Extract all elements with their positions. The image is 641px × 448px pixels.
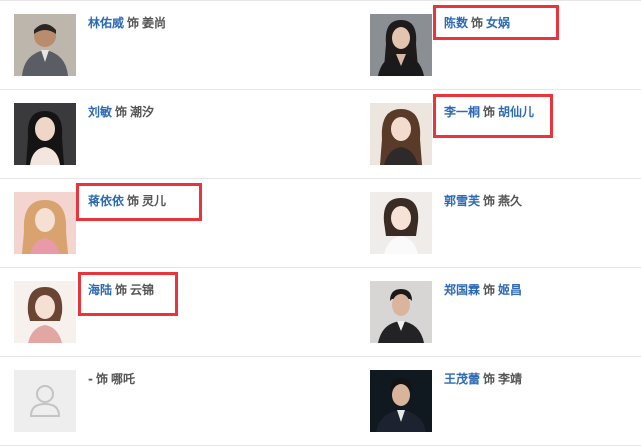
actor-photo[interactable] <box>370 370 432 432</box>
as-label: 饰 <box>483 194 496 208</box>
actor-photo[interactable] <box>14 281 76 343</box>
cast-row: 刘敏饰潮汐 李一桐饰胡仙儿 <box>0 89 641 178</box>
as-label: 饰 <box>127 16 140 30</box>
role-name: 潮汐 <box>130 105 155 119</box>
role-name: 姜尚 <box>142 16 167 30</box>
cast-credit: 海陆饰云锦 <box>88 282 154 298</box>
cast-list: 林佑威饰姜尚 陈数饰女娲 刘敏饰潮汐 李一桐饰胡仙儿 蒋依依 饰 灵儿 郭雪芙 … <box>0 0 641 448</box>
actor-name-link[interactable]: 郑国霖 <box>444 283 480 297</box>
role-name: 灵儿 <box>142 194 167 208</box>
cast-row: 林佑威饰姜尚 陈数饰女娲 <box>0 0 641 89</box>
actor-photo[interactable] <box>370 14 432 76</box>
cast-item: - 饰哪吒 <box>0 357 320 445</box>
as-label: 饰 <box>115 283 128 297</box>
cast-row: - 饰哪吒 王茂蕾饰李靖 <box>0 356 641 446</box>
actor-photo[interactable] <box>370 281 432 343</box>
cast-item: 王茂蕾饰李靖 <box>320 357 640 445</box>
actor-name-link[interactable]: 郭雪芙 <box>444 194 480 208</box>
actor-photo[interactable] <box>14 14 76 76</box>
actor-name-link[interactable]: 海陆 <box>88 283 112 297</box>
cast-credit: - 饰哪吒 <box>88 371 135 387</box>
cast-credit: 王茂蕾饰李靖 <box>444 371 522 387</box>
actor-name-link[interactable]: 蒋依依 <box>88 194 124 208</box>
placeholder-avatar-icon <box>14 370 76 432</box>
actor-name-link[interactable]: 刘敏 <box>88 105 112 119</box>
role-name: 李靖 <box>498 372 523 386</box>
cast-row: 海陆饰云锦 郑国霖饰姬昌 <box>0 267 641 356</box>
role-name: 燕久 <box>498 194 523 208</box>
actor-name-link[interactable]: 李一桐 <box>444 105 480 119</box>
as-label: 饰 <box>115 105 128 119</box>
cast-item: 郭雪芙饰燕久 <box>320 179 640 267</box>
actor-name: - <box>88 372 93 386</box>
cast-credit: 林佑威饰姜尚 <box>88 15 166 31</box>
as-label: 饰 <box>95 372 108 386</box>
role-name-link[interactable]: 姬昌 <box>498 283 522 297</box>
cast-item: 李一桐饰胡仙儿 <box>320 90 640 178</box>
actor-photo[interactable] <box>14 103 76 165</box>
cast-credit: 刘敏饰潮汐 <box>88 104 154 120</box>
as-label: 饰 <box>127 194 140 208</box>
as-label: 饰 <box>483 105 496 119</box>
cast-item: 蒋依依饰灵儿 <box>0 179 320 267</box>
cast-item: 海陆饰云锦 <box>0 268 320 356</box>
role-name-link[interactable]: 女娲 <box>486 16 510 30</box>
role-name: 哪吒 <box>111 372 136 386</box>
cast-credit: 陈数饰女娲 <box>444 15 510 31</box>
role-name: 云锦 <box>130 283 155 297</box>
actor-photo[interactable] <box>370 192 432 254</box>
as-label: 饰 <box>471 16 484 30</box>
cast-row: 蒋依依饰灵儿 郭雪芙饰燕久 <box>0 178 641 267</box>
cast-credit: 郭雪芙饰燕久 <box>444 193 522 209</box>
actor-name-link[interactable]: 陈数 <box>444 16 468 30</box>
role-name-link[interactable]: 胡仙儿 <box>498 105 534 119</box>
cast-item: 林佑威饰姜尚 <box>0 1 320 89</box>
cast-item: 郑国霖饰姬昌 <box>320 268 640 356</box>
as-label: 饰 <box>483 283 496 297</box>
cast-credit: 郑国霖饰姬昌 <box>444 282 522 298</box>
cast-credit: 蒋依依饰灵儿 <box>88 193 166 209</box>
cast-item: 刘敏饰潮汐 <box>0 90 320 178</box>
actor-photo[interactable] <box>14 192 76 254</box>
cast-item: 陈数饰女娲 <box>320 1 640 89</box>
as-label: 饰 <box>483 372 496 386</box>
actor-name-link[interactable]: 王茂蕾 <box>444 372 480 386</box>
cast-credit: 李一桐饰胡仙儿 <box>444 104 534 120</box>
actor-name-link[interactable]: 林佑威 <box>88 16 124 30</box>
actor-photo[interactable] <box>370 103 432 165</box>
